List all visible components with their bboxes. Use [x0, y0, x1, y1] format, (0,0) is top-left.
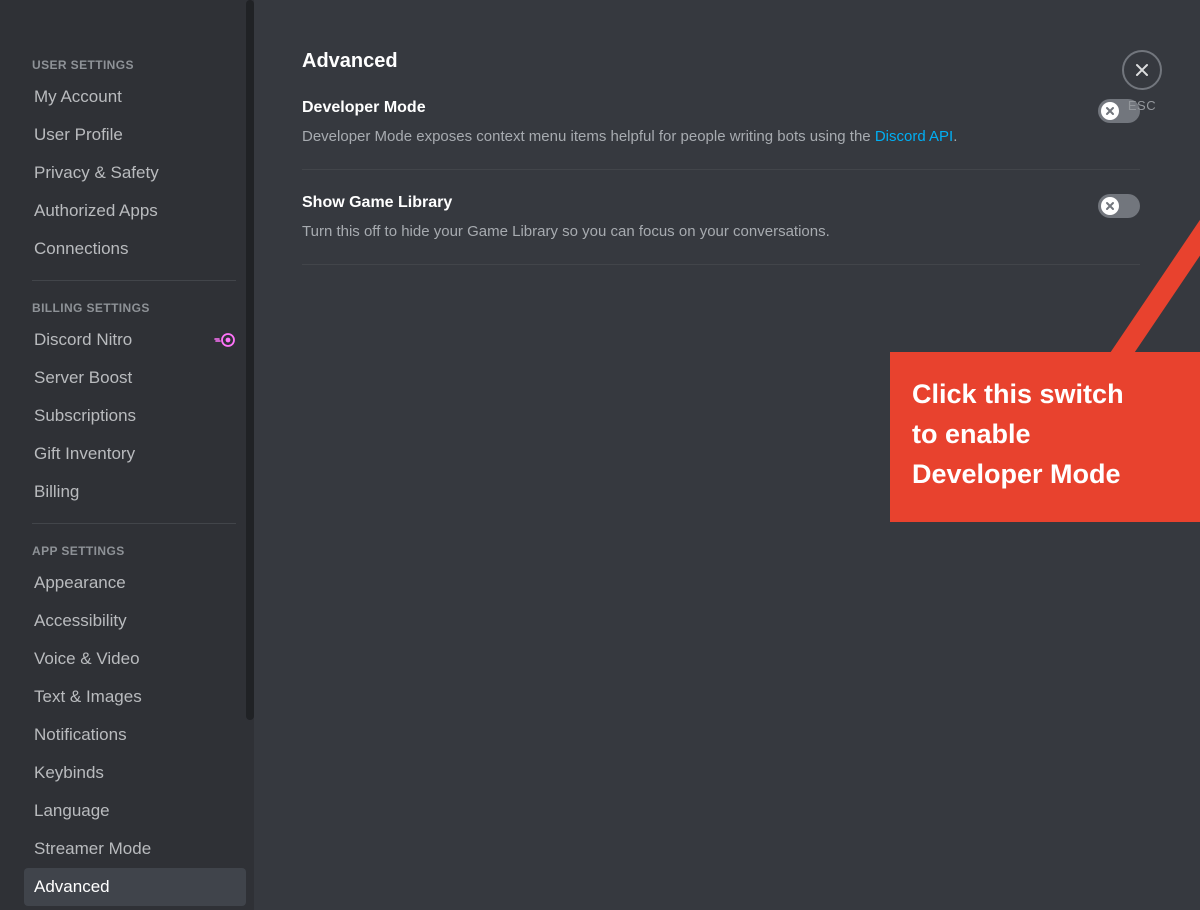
sidebar-item-connections[interactable]: Connections: [24, 230, 246, 268]
show-game-library-toggle[interactable]: [1098, 194, 1140, 218]
annotation-line: Developer Mode: [912, 459, 1121, 489]
sidebar-item-advanced[interactable]: Advanced: [24, 868, 246, 906]
sidebar-item-label: Streamer Mode: [34, 838, 151, 860]
sidebar-item-streamer-mode[interactable]: Streamer Mode: [24, 830, 246, 868]
sidebar-item-label: My Account: [34, 86, 122, 108]
sidebar-divider: [32, 523, 236, 524]
setting-row-developer-mode: Developer Mode Developer Mode exposes co…: [302, 99, 1140, 170]
sidebar-item-keybinds[interactable]: Keybinds: [24, 754, 246, 792]
setting-desc-post: .: [953, 128, 957, 145]
sidebar-item-label: Connections: [34, 238, 129, 260]
discord-api-link[interactable]: Discord API: [875, 128, 953, 145]
sidebar-item-label: User Profile: [34, 124, 123, 146]
sidebar-item-user-profile[interactable]: User Profile: [24, 116, 246, 154]
close-button[interactable]: [1122, 50, 1162, 90]
sidebar-item-authorized-apps[interactable]: Authorized Apps: [24, 192, 246, 230]
sidebar-item-label: Accessibility: [34, 610, 127, 632]
setting-desc-pre: Developer Mode exposes context menu item…: [302, 128, 875, 145]
toggle-knob: [1101, 102, 1119, 120]
sidebar-scrollbar[interactable]: [246, 0, 254, 720]
sidebar-item-subscriptions[interactable]: Subscriptions: [24, 397, 246, 435]
settings-sidebar: USER SETTINGS My Account User Profile Pr…: [0, 0, 254, 910]
setting-title: Show Game Library: [302, 194, 1078, 212]
sidebar-item-label: Server Boost: [34, 367, 132, 389]
sidebar-item-label: Gift Inventory: [34, 443, 135, 465]
close-icon: [1134, 62, 1150, 78]
toggle-knob: [1101, 197, 1119, 215]
section-header-app-settings: APP SETTINGS: [24, 536, 246, 564]
sidebar-item-label: Text & Images: [34, 686, 142, 708]
sidebar-item-label: Advanced: [34, 876, 110, 898]
sidebar-item-privacy-safety[interactable]: Privacy & Safety: [24, 154, 246, 192]
annotation-line: Click this switch: [912, 379, 1124, 409]
sidebar-item-label: Voice & Video: [34, 648, 140, 670]
sidebar-item-label: Discord Nitro: [34, 329, 132, 351]
sidebar-item-my-account[interactable]: My Account: [24, 78, 246, 116]
sidebar-item-voice-video[interactable]: Voice & Video: [24, 640, 246, 678]
sidebar-item-billing[interactable]: Billing: [24, 473, 246, 511]
sidebar-item-label: Appearance: [34, 572, 126, 594]
setting-description: Developer Mode exposes context menu item…: [302, 127, 1078, 147]
settings-content: Advanced Developer Mode Developer Mode e…: [254, 0, 1200, 910]
sidebar-item-text-images[interactable]: Text & Images: [24, 678, 246, 716]
setting-description: Turn this off to hide your Game Library …: [302, 222, 1078, 242]
x-icon: [1105, 201, 1115, 211]
settings-window: USER SETTINGS My Account User Profile Pr…: [0, 0, 1200, 910]
setting-row-show-game-library: Show Game Library Turn this off to hide …: [302, 194, 1140, 265]
setting-desc-pre: Turn this off to hide your Game Library …: [302, 223, 830, 240]
x-icon: [1105, 106, 1115, 116]
sidebar-item-label: Authorized Apps: [34, 200, 158, 222]
setting-left: Show Game Library Turn this off to hide …: [302, 194, 1098, 242]
sidebar-divider: [32, 280, 236, 281]
section-header-billing-settings: BILLING SETTINGS: [24, 293, 246, 321]
annotation-arrow-icon: [1084, 150, 1200, 380]
sidebar-item-label: Keybinds: [34, 762, 104, 784]
sidebar-item-label: Language: [34, 800, 110, 822]
page-title: Advanced: [302, 50, 1140, 73]
annotation-line: to enable: [912, 419, 1031, 449]
close-area: ESC: [1122, 50, 1162, 113]
sidebar-item-label: Subscriptions: [34, 405, 136, 427]
sidebar-item-label: Billing: [34, 481, 79, 503]
sidebar-item-accessibility[interactable]: Accessibility: [24, 602, 246, 640]
sidebar-item-discord-nitro[interactable]: Discord Nitro: [24, 321, 246, 359]
sidebar-item-appearance[interactable]: Appearance: [24, 564, 246, 602]
sidebar-item-label: Notifications: [34, 724, 127, 746]
close-label: ESC: [1128, 98, 1156, 113]
sidebar-item-language[interactable]: Language: [24, 792, 246, 830]
setting-left: Developer Mode Developer Mode exposes co…: [302, 99, 1098, 147]
sidebar-item-server-boost[interactable]: Server Boost: [24, 359, 246, 397]
section-header-user-settings: USER SETTINGS: [24, 50, 246, 78]
sidebar-item-gift-inventory[interactable]: Gift Inventory: [24, 435, 246, 473]
annotation-callout: Click this switch to enable Developer Mo…: [890, 352, 1200, 522]
sidebar-item-notifications[interactable]: Notifications: [24, 716, 246, 754]
sidebar-item-label: Privacy & Safety: [34, 162, 159, 184]
nitro-badge-icon: [214, 333, 236, 347]
setting-title: Developer Mode: [302, 99, 1078, 117]
